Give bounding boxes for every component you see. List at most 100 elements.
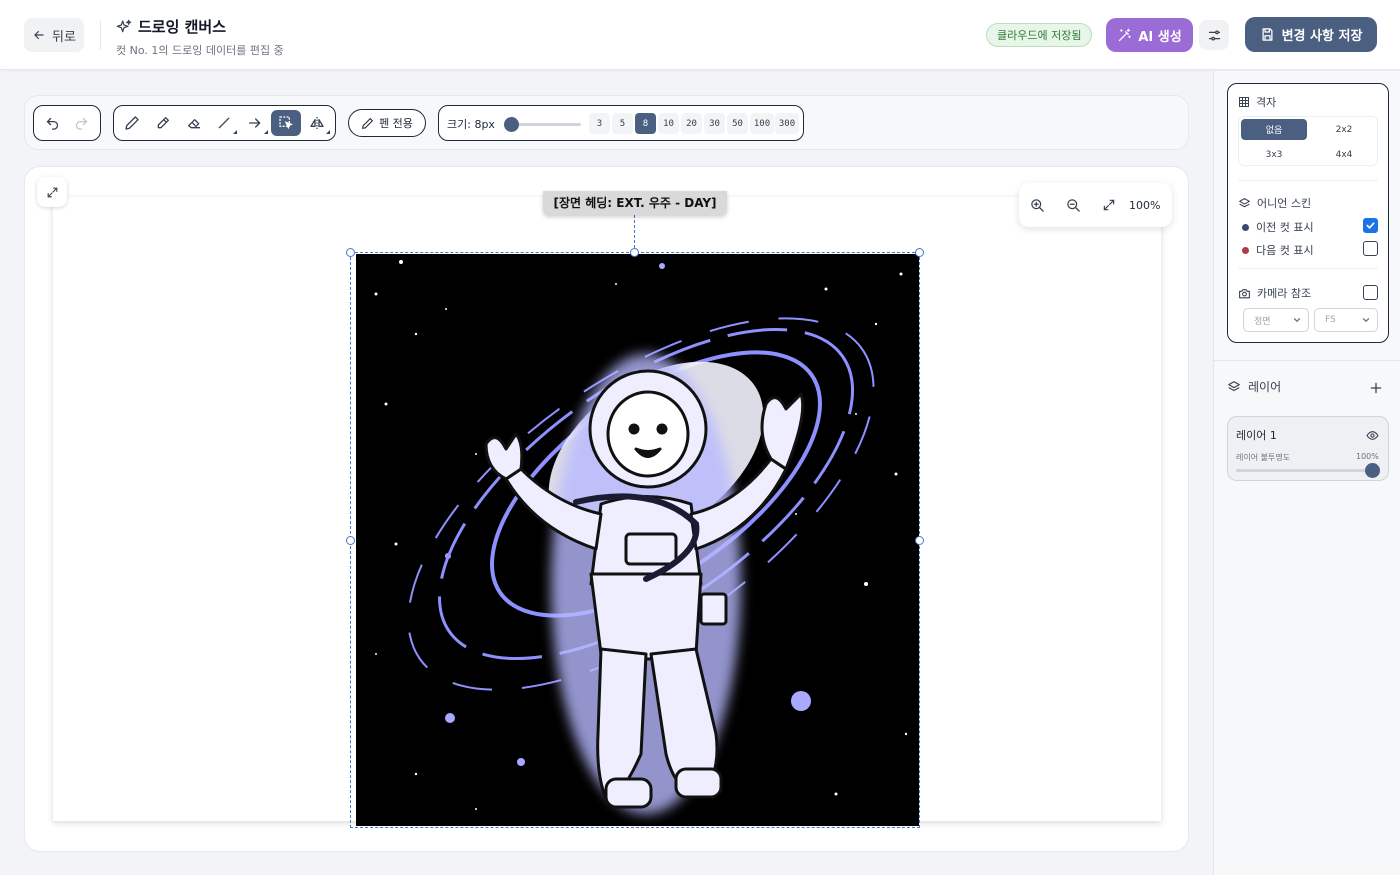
submenu-corner-icon — [233, 130, 238, 134]
zoom-in-button[interactable] — [1019, 189, 1055, 221]
zoom-controls: 100% — [1019, 183, 1172, 227]
grid-option-4x4[interactable]: 4x4 — [1311, 144, 1377, 165]
camera-reference-checkbox[interactable] — [1363, 285, 1378, 300]
redo-button[interactable] — [67, 110, 96, 136]
selection-box[interactable] — [350, 252, 920, 828]
back-button[interactable]: 뒤로 — [24, 18, 84, 52]
onion-skin-title: 어니언 스킨 — [1257, 197, 1312, 210]
size-preset-20[interactable]: 20 — [681, 113, 702, 134]
size-preset-10[interactable]: 10 — [658, 113, 679, 134]
zoom-out-button[interactable] — [1055, 189, 1091, 221]
grid-option-none[interactable]: 없음 — [1241, 119, 1307, 140]
camera-shot-value: FS — [1325, 315, 1336, 325]
ai-generate-label: AI 생성 — [1138, 29, 1182, 45]
expand-icon — [1103, 199, 1115, 211]
camera-angle-select[interactable]: 정면 — [1243, 308, 1309, 332]
undo-button[interactable] — [38, 110, 67, 136]
pen-tool-button[interactable] — [117, 110, 147, 136]
onion-next-checkbox[interactable] — [1363, 241, 1378, 256]
resize-handle-top-right[interactable] — [915, 248, 924, 257]
camera-shot-select[interactable]: FS — [1314, 308, 1378, 332]
drawing-paper[interactable]: [장면 헤딩: EXT. 우주 - DAY] — [53, 191, 1161, 828]
layer-item[interactable]: 레이어 1 레이어 불투명도 100% — [1227, 416, 1389, 481]
chevron-down-icon — [1362, 318, 1370, 323]
arrow-tool-button[interactable] — [240, 110, 270, 136]
flip-horizontal-icon — [309, 117, 324, 129]
grid-option-3x3[interactable]: 3x3 — [1241, 144, 1307, 165]
line-tool-button[interactable] — [209, 110, 239, 136]
layer-visibility-toggle[interactable] — [1366, 427, 1379, 446]
next-color-dot — [1242, 246, 1249, 254]
chevron-down-icon — [1293, 318, 1301, 323]
eraser-tool-button[interactable] — [179, 110, 209, 136]
undo-icon — [46, 117, 59, 130]
onion-next-row: 다음 컷 표시 — [1242, 242, 1314, 258]
tools-group — [113, 105, 336, 141]
pencil-icon — [157, 117, 170, 129]
line-icon — [219, 117, 230, 129]
resize-handle-left[interactable] — [346, 536, 355, 545]
right-sidebar: 격자 없음 2x2 3x3 4x4 어니언 스킨 이전 컷 표시 다음 컷 표시… — [1213, 71, 1400, 875]
resize-handle-top[interactable] — [630, 248, 639, 257]
pencil-tool-button[interactable] — [148, 110, 178, 136]
fullscreen-button[interactable] — [37, 177, 67, 207]
ai-generate-button[interactable]: AI 생성 — [1106, 18, 1193, 52]
page-subtitle: 컷 No. 1의 드로잉 데이터를 편집 중 — [116, 44, 284, 57]
resize-handle-right[interactable] — [915, 536, 924, 545]
size-preset-30[interactable]: 30 — [704, 113, 725, 134]
divider — [1238, 268, 1378, 269]
camera-icon — [1239, 288, 1250, 298]
layer-opacity-slider-handle[interactable] — [1365, 463, 1380, 478]
layers-icon — [1228, 380, 1240, 391]
settings-button[interactable] — [1199, 20, 1229, 50]
expand-icon — [47, 187, 57, 197]
save-changes-label: 변경 사항 저장 — [1281, 29, 1363, 44]
header-divider — [100, 20, 101, 50]
arrow-right-icon — [249, 118, 261, 128]
onion-prev-checkbox[interactable] — [1363, 218, 1378, 233]
fit-to-screen-button[interactable] — [1091, 189, 1127, 221]
size-preset-8[interactable]: 8 — [635, 113, 656, 134]
save-icon — [1262, 28, 1273, 41]
submenu-corner-icon — [264, 130, 269, 134]
eraser-icon — [187, 119, 200, 129]
layers-section-title: 레이어 — [1227, 378, 1281, 395]
pen-only-label: 펜 전용 — [379, 117, 413, 130]
onion-prev-row: 이전 컷 표시 — [1242, 219, 1314, 235]
pen-icon — [125, 116, 140, 130]
page-title: 드로잉 캔버스 — [138, 18, 227, 36]
layers-title: 레이어 — [1248, 380, 1282, 394]
flip-tool-button[interactable] — [302, 110, 332, 136]
size-preset-5[interactable]: 5 — [612, 113, 633, 134]
brush-size-slider-handle[interactable] — [504, 117, 519, 132]
layer-opacity-slider-track[interactable] — [1236, 469, 1374, 472]
brush-size-group: 크기: 8px 3 5 8 10 20 30 50 100 300 — [438, 105, 804, 141]
grid-option-2x2[interactable]: 2x2 — [1311, 119, 1377, 140]
add-layer-button[interactable] — [1364, 376, 1388, 400]
size-preset-50[interactable]: 50 — [727, 113, 748, 134]
onion-prev-label: 이전 컷 표시 — [1256, 221, 1314, 234]
size-preset-3[interactable]: 3 — [589, 113, 610, 134]
pen-only-toggle[interactable]: 펜 전용 — [348, 109, 426, 137]
resize-handle-top-left[interactable] — [346, 248, 355, 257]
layer-opacity-value: 100% — [1356, 452, 1379, 461]
lasso-select-tool-button[interactable] — [270, 110, 301, 136]
brush-size-slider-track[interactable] — [509, 123, 581, 126]
drawing-toolbar: 펜 전용 크기: 8px 3 5 8 10 20 30 50 100 300 — [24, 95, 1189, 150]
camera-section-title: 카메라 참조 — [1238, 285, 1311, 301]
onion-next-label: 다음 컷 표시 — [1256, 244, 1314, 257]
size-preset-300[interactable]: 300 — [775, 113, 799, 134]
save-changes-button[interactable]: 변경 사항 저장 — [1245, 17, 1377, 52]
redo-icon — [75, 117, 88, 130]
grid-title: 격자 — [1256, 96, 1277, 109]
page-title-row: 드로잉 캔버스 — [116, 16, 284, 37]
layers-icon — [1239, 197, 1250, 207]
history-group — [33, 105, 101, 141]
arrow-left-icon — [34, 30, 44, 40]
title-block: 드로잉 캔버스 컷 No. 1의 드로잉 데이터를 편집 중 — [116, 16, 284, 58]
zoom-level: 100% — [1129, 198, 1161, 212]
grid-icon — [1239, 97, 1249, 107]
size-preset-100[interactable]: 100 — [750, 113, 774, 134]
scene-heading-tag: [장면 헤딩: EXT. 우주 - DAY] — [543, 191, 727, 215]
app-header: 뒤로 드로잉 캔버스 컷 No. 1의 드로잉 데이터를 편집 중 클라우드에 … — [0, 0, 1400, 70]
